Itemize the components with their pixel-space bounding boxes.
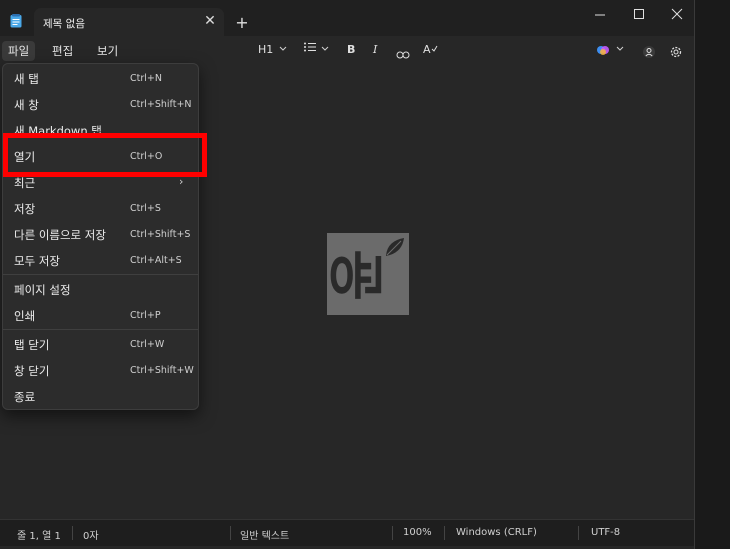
menu-item-shortcut: Ctrl+W: [130, 339, 165, 350]
watermark-logo: 윤: [325, 233, 409, 315]
encoding[interactable]: UTF-8: [591, 527, 620, 538]
menu-item-label: 모두 저장: [14, 254, 60, 268]
status-bar: 줄 1, 열 1 0자 일반 텍스트 100% Windows (CRLF) U…: [0, 519, 694, 546]
menu-file[interactable]: 파일: [2, 41, 36, 61]
menu-item-shortcut: Ctrl+Alt+S: [130, 255, 182, 266]
menu-item-page-setup[interactable]: 페이지 설정: [3, 278, 198, 302]
watermark-glyph: 윤: [325, 249, 391, 301]
cursor-position: 줄 1, 열 1: [17, 531, 61, 542]
menu-separator: [3, 274, 198, 275]
minimize-icon[interactable]: [585, 3, 615, 27]
menu-item-save-as[interactable]: 다른 이름으로 저장 Ctrl+Shift+S: [3, 223, 198, 247]
menu-item-new-window[interactable]: 새 창 Ctrl+Shift+N: [3, 93, 198, 117]
title-bar: 제목 없음 ✕ +: [0, 0, 694, 37]
chevron-down-icon: [279, 46, 287, 51]
menu-item-label: 탭 닫기: [14, 338, 50, 352]
menu-item-close-tab[interactable]: 탭 닫기 Ctrl+W: [3, 333, 198, 357]
menu-item-label: 최근: [14, 176, 36, 190]
menu-item-label: 인쇄: [14, 309, 36, 323]
menu-item-new-tab[interactable]: 새 탭 Ctrl+N: [3, 67, 198, 91]
desktop-background: [695, 0, 730, 549]
menu-item-shortcut: Ctrl+N: [130, 73, 162, 84]
chevron-down-icon: [321, 46, 329, 51]
menu-item-shortcut: Ctrl+Shift+S: [130, 229, 191, 240]
menu-item-label: 새 창: [14, 98, 39, 112]
menu-edit[interactable]: 편집: [46, 41, 79, 61]
bulleted-list-icon: [304, 42, 316, 52]
tab-title: 제목 없음: [43, 18, 85, 30]
notepad-icon: [10, 14, 22, 28]
copilot-button[interactable]: [596, 40, 625, 60]
account-icon[interactable]: [642, 42, 656, 62]
menu-item-save[interactable]: 저장 Ctrl+S: [3, 197, 198, 221]
leaf-icon: [386, 238, 404, 256]
close-window-icon[interactable]: [662, 3, 692, 27]
status-divider: [72, 526, 73, 540]
status-divider: [578, 526, 579, 540]
spellcheck-button[interactable]: A: [423, 40, 438, 60]
menu-item-save-all[interactable]: 모두 저장 Ctrl+Alt+S: [3, 249, 198, 273]
menu-item-exit[interactable]: 종료: [3, 385, 198, 409]
menu-item-label: 다른 이름으로 저장: [14, 228, 106, 242]
text-format[interactable]: 일반 텍스트: [240, 527, 289, 542]
heading-label: H1: [258, 43, 274, 56]
menu-item-shortcut: Ctrl+Shift+W: [130, 365, 194, 376]
menu-item-shortcut: Ctrl+S: [130, 203, 161, 214]
menu-item-shortcut: Ctrl+Shift+N: [130, 99, 192, 110]
new-tab-button[interactable]: +: [232, 13, 252, 33]
menu-item-shortcut: Ctrl+P: [130, 310, 161, 321]
status-divider: [230, 526, 231, 540]
file-menu-dropdown: 새 탭 Ctrl+N 새 창 Ctrl+Shift+N 새 Markdown 탭…: [2, 63, 199, 410]
highlight-box: [3, 133, 207, 177]
spellcheck-icon: A: [423, 43, 431, 56]
menu-item-print[interactable]: 인쇄 Ctrl+P: [3, 304, 198, 328]
bold-button[interactable]: B: [347, 40, 355, 60]
settings-gear-icon[interactable]: [669, 42, 683, 62]
menu-separator: [3, 329, 198, 330]
italic-button[interactable]: I: [373, 40, 377, 60]
menu-item-label: 새 탭: [14, 72, 39, 86]
menu-item-label: 종료: [14, 390, 36, 404]
check-icon: [431, 45, 437, 52]
line-ending[interactable]: Windows (CRLF): [456, 527, 537, 538]
tab-close-icon[interactable]: ✕: [200, 11, 220, 31]
menu-item-label: 페이지 설정: [14, 283, 71, 297]
list-dropdown[interactable]: [303, 40, 330, 60]
zoom-level[interactable]: 100%: [403, 527, 432, 538]
document-tab[interactable]: 제목 없음 ✕: [34, 8, 224, 37]
maximize-icon[interactable]: [624, 3, 654, 27]
link-icon[interactable]: [396, 45, 410, 65]
character-count: 0자: [83, 531, 99, 542]
status-divider: [444, 526, 445, 540]
menu-item-close-window[interactable]: 창 닫기 Ctrl+Shift+W: [3, 359, 198, 383]
copilot-icon: [597, 46, 609, 55]
menu-item-label: 창 닫기: [14, 364, 50, 378]
menu-view[interactable]: 보기: [91, 41, 124, 61]
status-divider: [392, 526, 393, 540]
heading-dropdown[interactable]: H1: [258, 40, 288, 60]
chevron-down-icon: [616, 46, 624, 51]
menu-item-label: 저장: [14, 202, 36, 216]
